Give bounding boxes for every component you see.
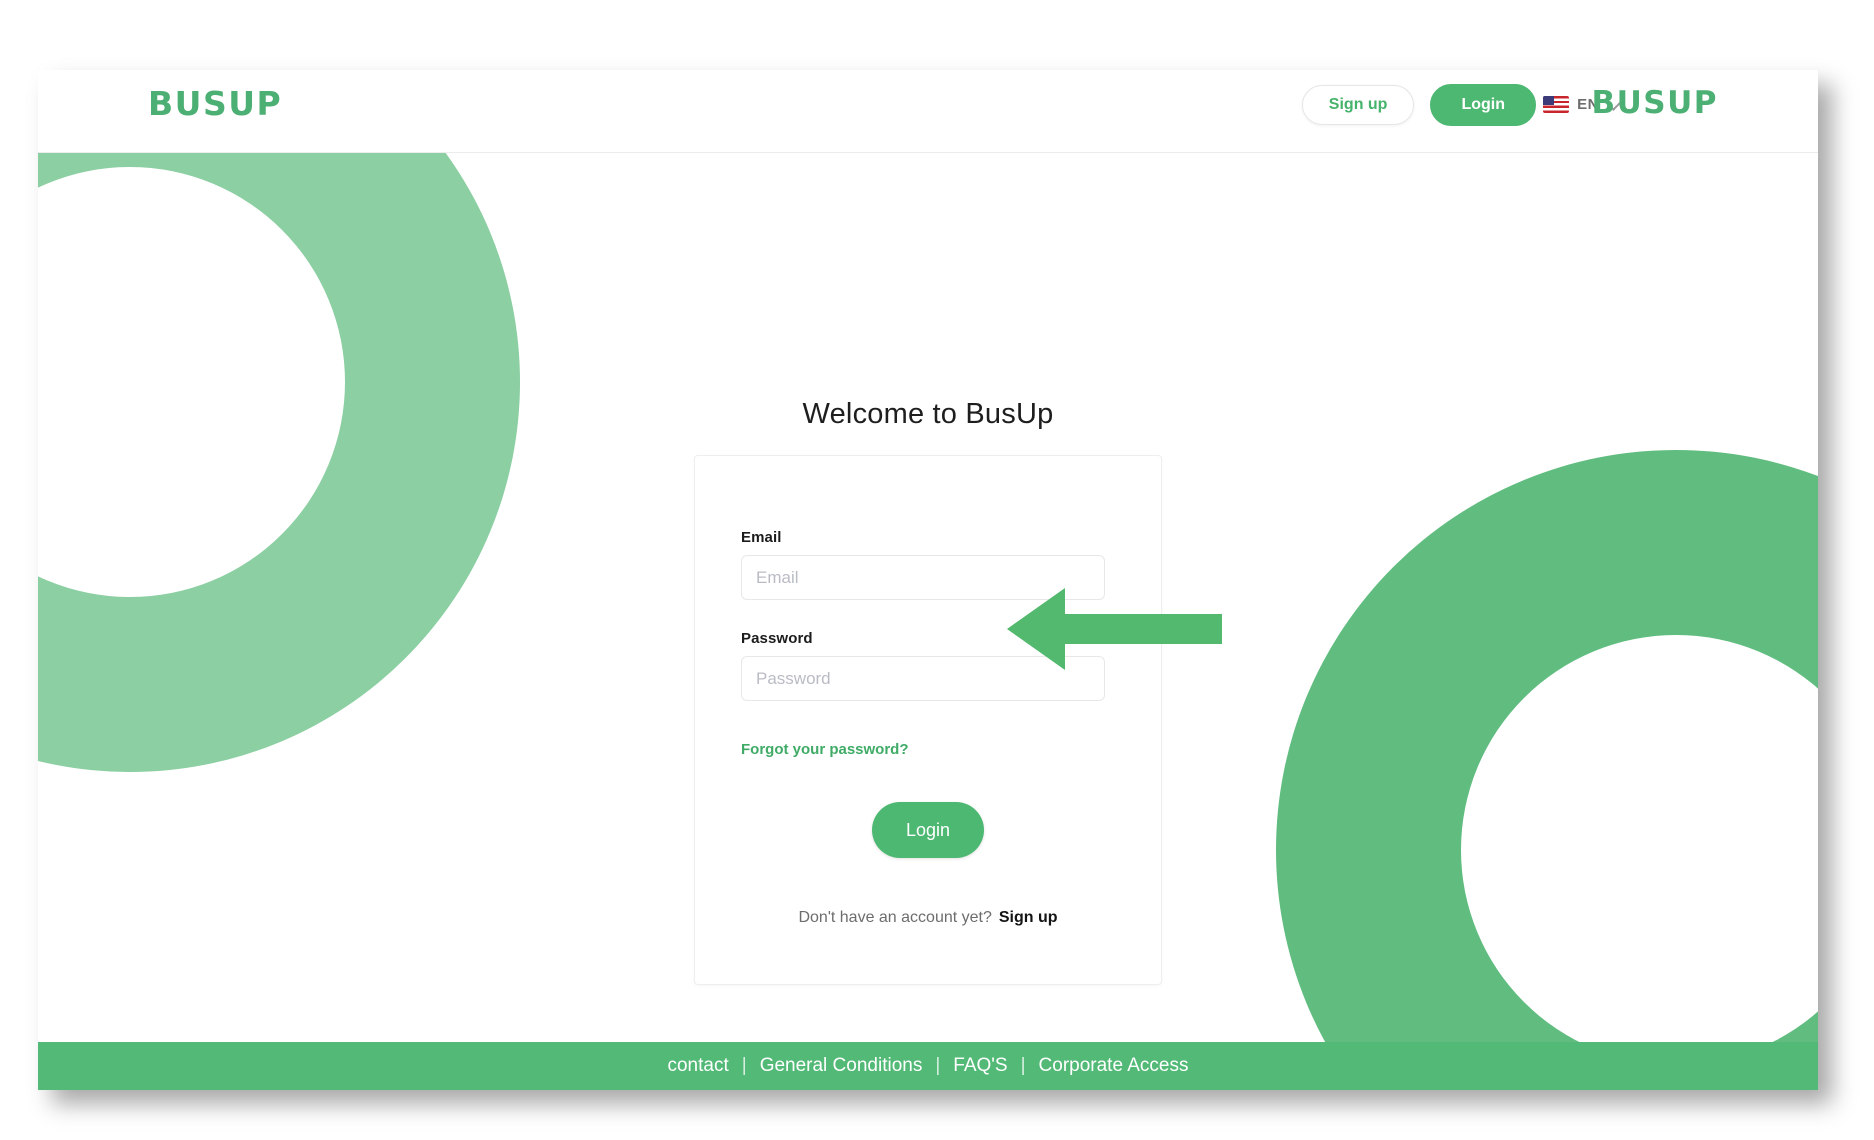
footer-separator: | (1020, 1055, 1026, 1076)
footer-separator: | (741, 1055, 747, 1076)
signup-prompt: Don't have an account yet? Sign up (695, 909, 1161, 927)
busup-logo-left[interactable]: BUSUP (148, 87, 282, 120)
footer-links: contact | General Conditions | FAQ'S | C… (667, 1055, 1188, 1077)
signup-prompt-link[interactable]: Sign up (999, 909, 1058, 926)
email-field-group: Email (741, 529, 1105, 600)
page-title: Welcome to BusUp (802, 398, 1054, 430)
site-footer: contact | General Conditions | FAQ'S | C… (38, 1042, 1818, 1090)
signup-prompt-text: Don't have an account yet? (798, 909, 992, 926)
signup-button[interactable]: Sign up (1301, 85, 1415, 125)
footer-link-general-conditions[interactable]: General Conditions (760, 1055, 923, 1077)
password-field-group: Password (741, 630, 1105, 701)
busup-logo-right: BUSUP (1591, 85, 1718, 121)
password-label: Password (741, 630, 813, 647)
password-input[interactable] (741, 656, 1105, 701)
footer-link-faqs[interactable]: FAQ'S (953, 1055, 1007, 1077)
footer-separator: | (935, 1055, 941, 1076)
footer-link-corporate-access[interactable]: Corporate Access (1039, 1055, 1189, 1077)
site-header: BUSUP Sign up Login EN BUSUP (38, 70, 1818, 153)
browser-page-frame: BUSUP Sign up Login EN BUSUP Welcome to … (38, 70, 1818, 1090)
email-label: Email (741, 529, 782, 546)
login-submit-button[interactable]: Login (872, 802, 984, 858)
login-card: Email Password Forgot your password? Log… (694, 455, 1162, 985)
forgot-password-link[interactable]: Forgot your password? (741, 741, 909, 758)
main-content: Welcome to BusUp Email Password Forgot y… (38, 152, 1818, 1090)
us-flag-icon (1543, 96, 1570, 113)
login-button[interactable]: Login (1430, 84, 1536, 126)
email-input[interactable] (741, 555, 1105, 600)
footer-link-contact[interactable]: contact (667, 1055, 728, 1077)
header-actions: Sign up Login (1301, 84, 1536, 126)
